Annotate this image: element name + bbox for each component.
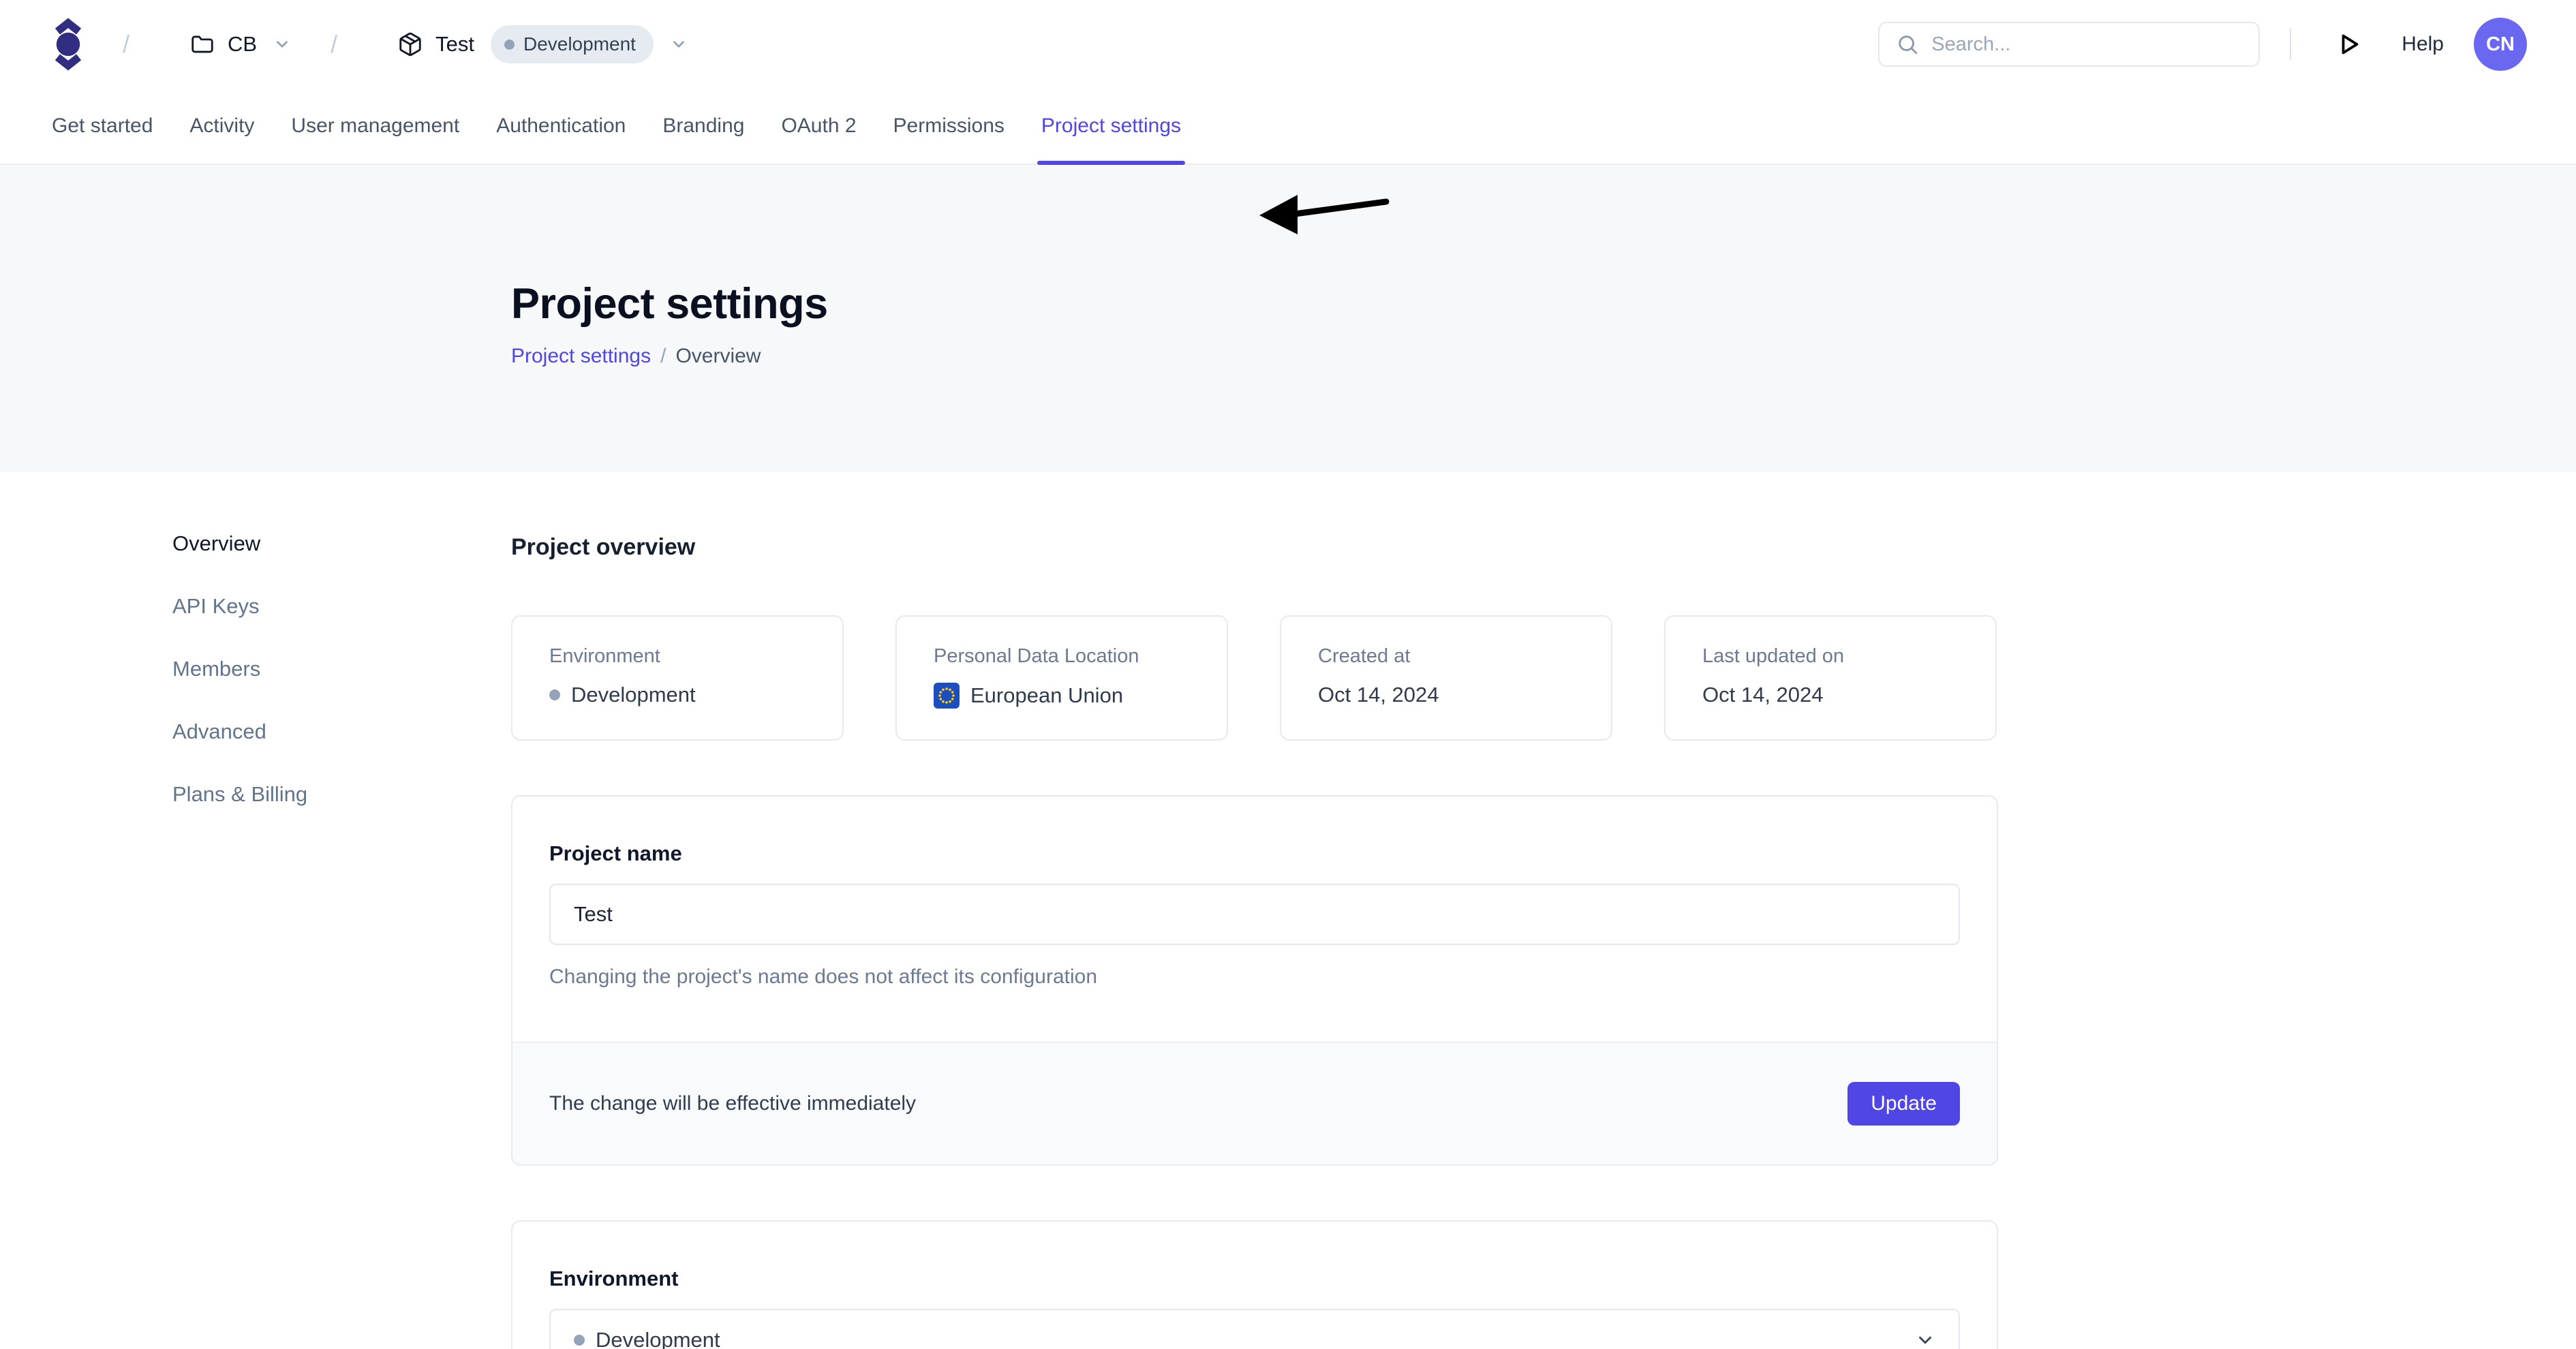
card-label: Environment [549,645,806,668]
tab-activity[interactable]: Activity [189,89,254,164]
card-label: Created at [1318,645,1574,668]
environment-label: Environment [549,1267,1960,1291]
environment-select-value: Development [596,1328,720,1349]
card-value: Oct 14, 2024 [1702,683,1959,707]
project-name-input[interactable] [549,884,1960,945]
card-last-updated: Last updated on Oct 14, 2024 [1664,615,1997,741]
breadcrumb: Project settings / Overview [511,345,2576,368]
project-name-label: Project name [549,841,1960,866]
tab-user-management[interactable]: User management [291,89,459,164]
card-value: Development [549,683,806,707]
project-switcher[interactable]: Test Development [397,25,688,63]
footer-note: The change will be effective immediately [549,1092,916,1115]
org-switcher[interactable]: CB [189,31,291,57]
project-name-panel-body: Project name Changing the project's name… [512,796,1997,1042]
tab-branding[interactable]: Branding [662,89,744,164]
topbar-actions: Help CN [1878,18,2527,71]
main-panel: Project overview Environment Development… [511,471,1998,1349]
sidebar-item-plans-billing[interactable]: Plans & Billing [172,782,377,807]
topbar: / CB / Test Development [0,0,2576,89]
environment-panel: Environment Development [511,1220,1998,1349]
main-nav-tabs: Get started Activity User management Aut… [0,89,2576,165]
breadcrumb-separator: / [123,30,129,59]
environment-select[interactable]: Development [549,1309,1960,1349]
environment-badge: Development [491,25,654,63]
folder-icon [189,31,215,57]
card-value-text: Oct 14, 2024 [1318,683,1439,707]
breadcrumb-separator: / [331,30,337,59]
status-dot-icon [574,1335,585,1346]
card-value: European Union [934,683,1190,709]
chevron-down-icon [1915,1330,1935,1349]
divider [2290,29,2291,60]
card-environment: Environment Development [511,615,844,741]
project-name-panel-footer: The change will be effective immediately… [512,1042,1997,1164]
project-name: Test [435,32,474,57]
package-icon [397,31,423,57]
breadcrumb-separator: / [660,345,666,368]
project-name-helper: Changing the project's name does not aff… [549,965,1960,989]
search-icon [1896,33,1919,56]
card-data-location: Personal Data Location European Union [895,615,1228,741]
card-label: Personal Data Location [934,645,1190,668]
card-value-text: European Union [970,683,1123,708]
search-input[interactable] [1931,33,2242,56]
eu-flag-icon [934,683,960,709]
chevron-down-icon [273,35,291,53]
page-header: Project settings Project settings / Over… [0,165,2576,471]
environment-panel-body: Environment Development [512,1222,1997,1349]
corbado-logo-icon[interactable] [53,16,83,72]
section-title: Project overview [511,534,1998,561]
help-button[interactable]: Help [2402,33,2444,56]
project-name-panel: Project name Changing the project's name… [511,795,1998,1166]
search-box[interactable] [1878,22,2260,67]
card-value-text: Oct 14, 2024 [1702,683,1824,707]
overview-cards: Environment Development Personal Data Lo… [511,615,1998,741]
card-created-at: Created at Oct 14, 2024 [1280,615,1612,741]
settings-sidebar: Overview API Keys Members Advanced Plans… [172,531,377,845]
card-label: Last updated on [1702,645,1959,668]
org-name: CB [228,32,257,57]
update-button[interactable]: Update [1847,1082,1960,1126]
card-value-text: Development [571,683,696,707]
sidebar-item-api-keys[interactable]: API Keys [172,594,377,619]
tab-get-started[interactable]: Get started [52,89,153,164]
play-icon[interactable] [2335,31,2362,58]
avatar[interactable]: CN [2474,18,2527,71]
tab-authentication[interactable]: Authentication [496,89,626,164]
sidebar-item-members[interactable]: Members [172,657,377,681]
page-title: Project settings [511,279,2576,328]
breadcrumb-current: Overview [675,345,761,368]
environment-badge-label: Development [523,33,636,55]
tab-oauth2[interactable]: OAuth 2 [781,89,856,164]
breadcrumb-parent-link[interactable]: Project settings [511,345,651,368]
sidebar-item-overview[interactable]: Overview [172,531,377,556]
tab-project-settings[interactable]: Project settings [1041,89,1181,164]
card-value: Oct 14, 2024 [1318,683,1574,707]
status-dot-icon [504,40,515,50]
sidebar-item-advanced[interactable]: Advanced [172,719,377,744]
tab-permissions[interactable]: Permissions [893,89,1005,164]
chevron-down-icon [670,35,688,53]
content-area: Overview API Keys Members Advanced Plans… [0,471,2576,1349]
status-dot-icon [549,689,560,700]
